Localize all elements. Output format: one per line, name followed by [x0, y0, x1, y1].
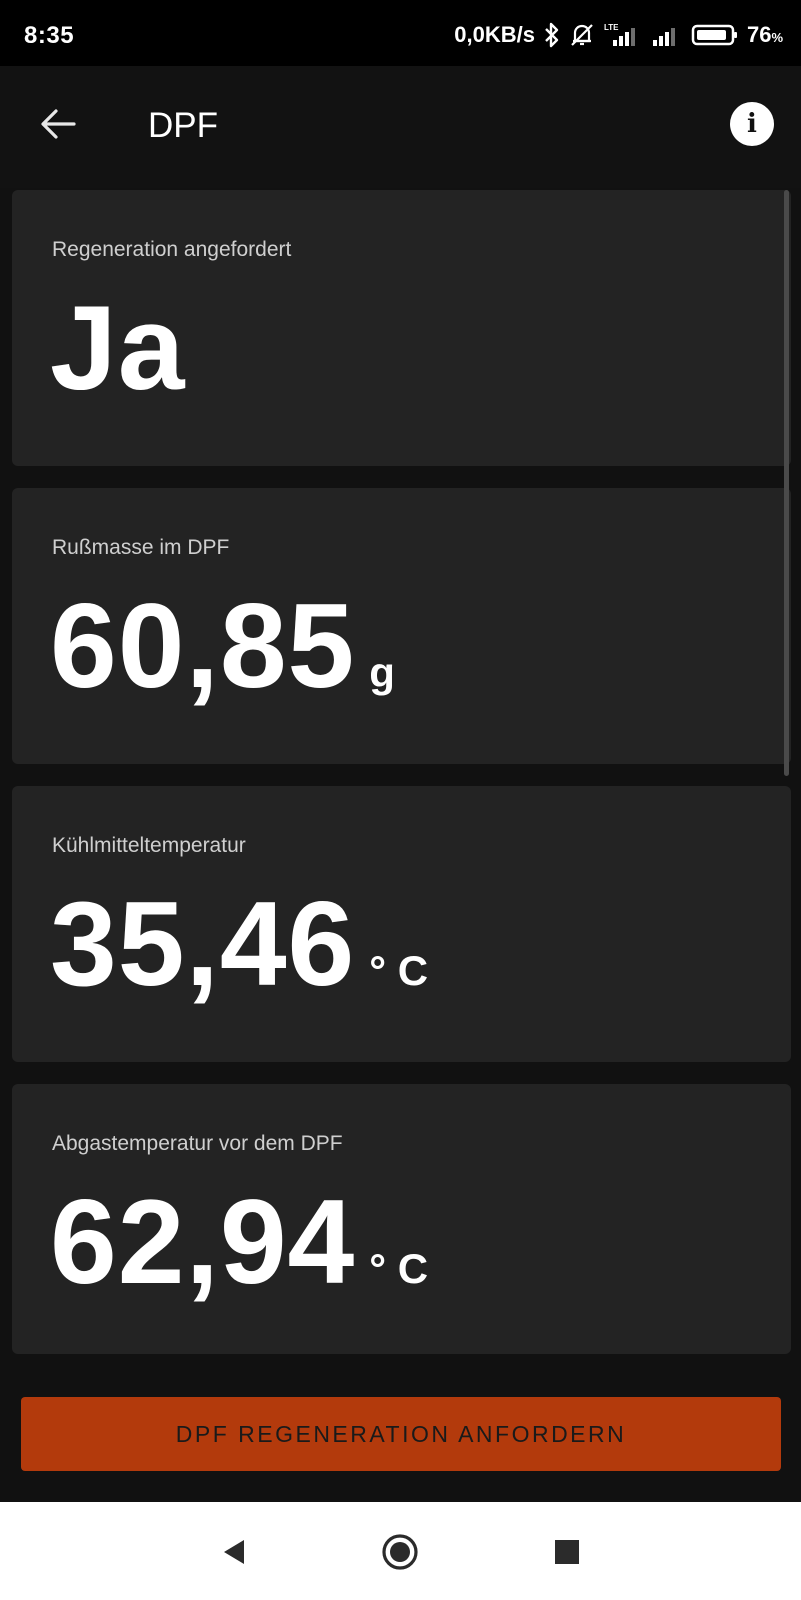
- bluetooth-icon: [543, 22, 561, 48]
- info-button[interactable]: i: [730, 102, 774, 146]
- battery-icon: [691, 23, 739, 47]
- status-bar: 8:35 0,0KB/s LTE 76%: [0, 0, 801, 66]
- card-label: Rußmasse im DPF: [52, 536, 230, 559]
- card-unit: g: [369, 649, 395, 696]
- network-speed: 0,0KB/s: [454, 22, 535, 47]
- battery-level: 76%: [746, 22, 783, 47]
- scrollbar[interactable]: [784, 190, 789, 776]
- arrow-left-icon: [41, 109, 76, 139]
- app-bar: DPF i: [0, 66, 801, 188]
- metric-cards: Regeneration angefordert Ja Rußmasse im …: [12, 190, 791, 1354]
- bell-off-icon: [569, 22, 595, 48]
- card-regeneration-requested: Regeneration angefordert Ja: [12, 190, 791, 466]
- circle-home-icon: [382, 1534, 418, 1570]
- card-value: 62,94: [50, 1175, 356, 1309]
- info-icon: i: [747, 109, 757, 139]
- card-value: 60,85: [50, 579, 356, 713]
- request-regeneration-button[interactable]: DPF REGENERATION ANFORDERN: [21, 1397, 781, 1471]
- status-icons: 0,0KB/s LTE 76%: [454, 18, 783, 52]
- signal-icon-2: [651, 22, 683, 48]
- status-time: 8:35: [24, 22, 75, 49]
- card-unit: ° C: [369, 1245, 429, 1292]
- card-label: Abgastemperatur vor dem DPF: [52, 1132, 343, 1155]
- signal-icon: LTE: [603, 22, 643, 48]
- card-label: Regeneration angefordert: [52, 238, 292, 261]
- card-label: Kühlmitteltemperatur: [52, 834, 246, 857]
- nav-back-button[interactable]: [214, 1532, 254, 1572]
- card-unit: ° C: [369, 947, 429, 994]
- back-button[interactable]: [36, 102, 80, 146]
- triangle-back-icon: [224, 1540, 244, 1564]
- page-title: DPF: [148, 106, 218, 145]
- card-value: 35,46: [50, 877, 356, 1011]
- card-exhaust-temperature: Abgastemperatur vor dem DPF 62,94 ° C: [12, 1084, 791, 1354]
- square-recents-icon: [555, 1540, 579, 1564]
- nav-recents-button[interactable]: [547, 1532, 587, 1572]
- card-value: Ja: [50, 281, 186, 415]
- card-coolant-temperature: Kühlmitteltemperatur 35,46 ° C: [12, 786, 791, 1062]
- system-navigation-bar: [0, 1502, 801, 1600]
- svg-text:LTE: LTE: [604, 23, 619, 32]
- card-soot-mass: Rußmasse im DPF 60,85 g: [12, 488, 791, 764]
- nav-home-button[interactable]: [380, 1532, 420, 1572]
